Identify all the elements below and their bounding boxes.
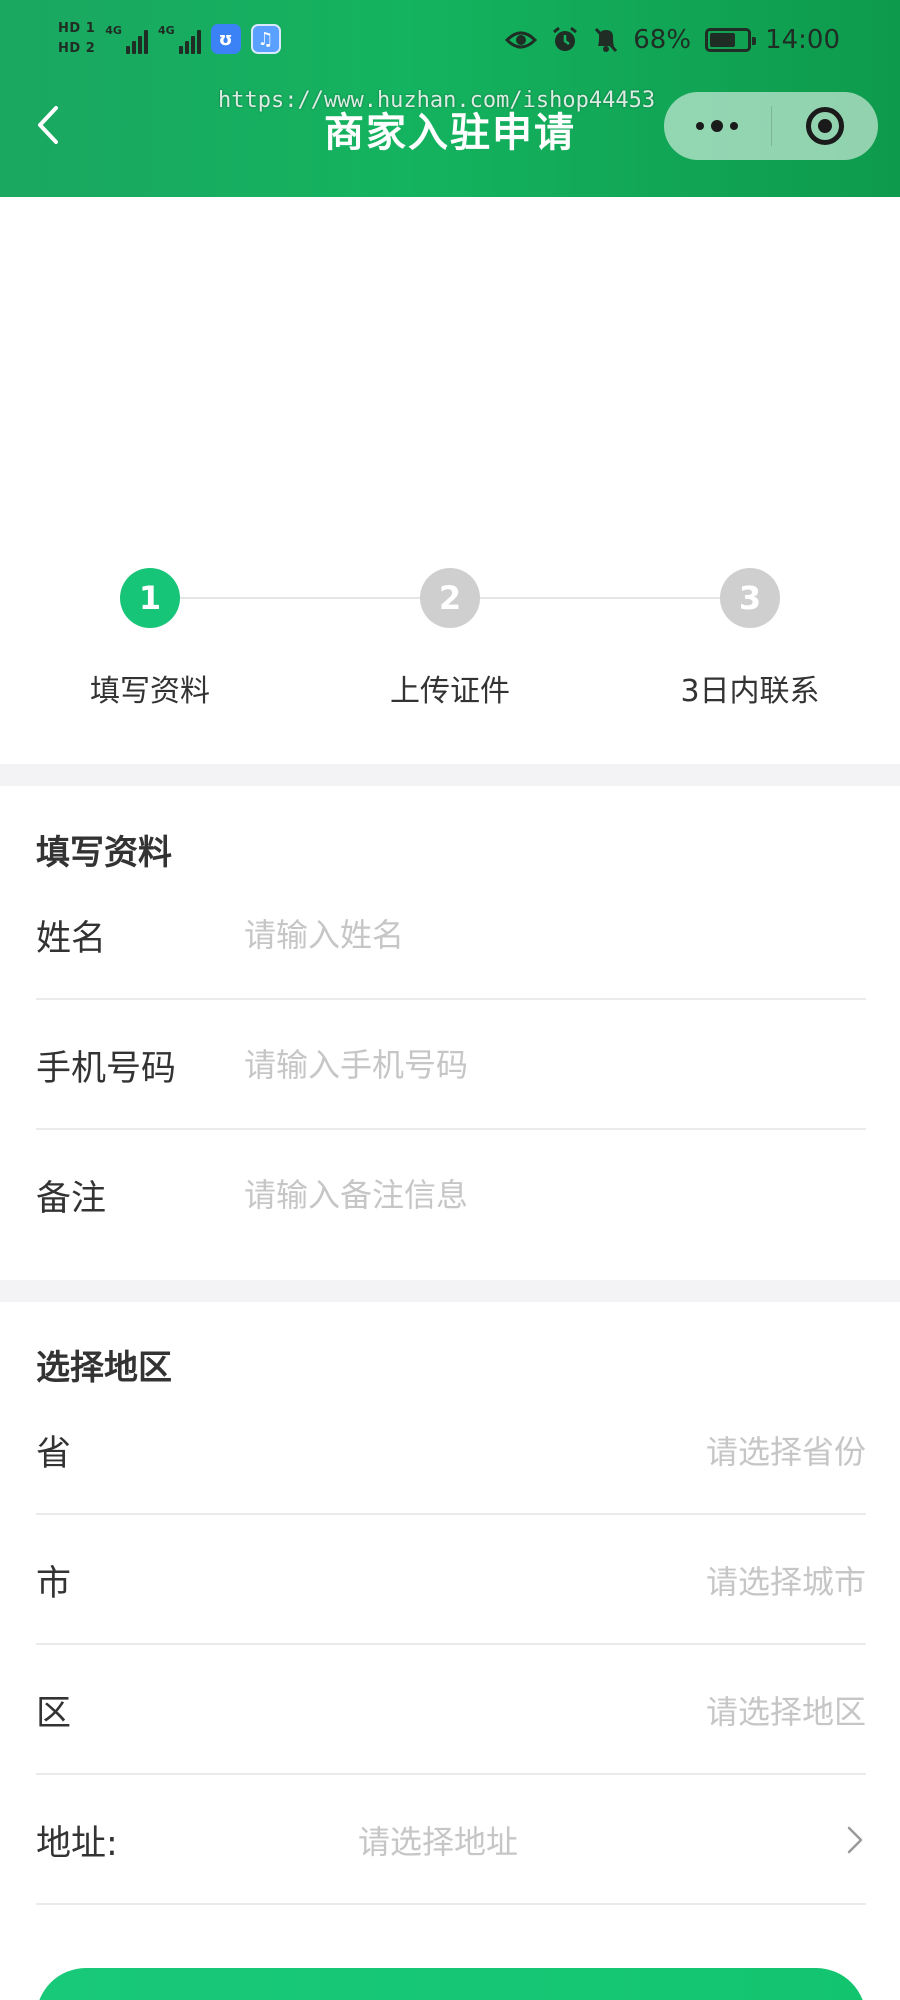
step-number-circle: 3 — [720, 568, 780, 628]
hd2-indicator: HD 2 — [58, 41, 96, 56]
mute-icon — [595, 27, 618, 53]
close-mini-program-button[interactable] — [772, 92, 879, 160]
status-bar: HD 1 HD 2 4G 4G ʊ ♫ 68% 14:00 — [0, 0, 900, 80]
more-menu-button[interactable] — [664, 92, 771, 160]
info-section-title: 填写资料 — [36, 833, 172, 873]
status-bar-right: 68% 14:00 — [505, 18, 840, 62]
address-label: 地址: — [36, 1823, 118, 1864]
step-2: 2 上传证件 — [350, 560, 550, 710]
watermark-url: https://www.huzhan.com/ishop44453 — [218, 88, 656, 113]
signal-bar — [178, 46, 183, 54]
signal-bar — [131, 41, 136, 54]
hd-indicators: HD 1 HD 2 — [58, 21, 95, 57]
signal-bar — [143, 30, 148, 54]
notification-app-icon: ʊ — [210, 24, 241, 54]
address-picker[interactable]: 地址: 请选择地址 — [36, 1775, 866, 1905]
district-picker[interactable]: 区 请选择地区 — [36, 1645, 866, 1775]
remark-row: 备注 — [36, 1130, 866, 1260]
eye-icon — [505, 31, 538, 49]
target-icon — [805, 107, 844, 145]
chevron-right-icon — [844, 1825, 866, 1855]
province-picker[interactable]: 省 请选择省份 — [36, 1385, 866, 1515]
mini-program-capsule — [664, 92, 878, 160]
battery-fill — [710, 33, 735, 47]
section-divider — [0, 764, 900, 786]
region-section-title: 选择地区 — [36, 1348, 172, 1388]
status-bar-left: HD 1 HD 2 4G 4G ʊ ♫ — [58, 14, 281, 64]
city-picker[interactable]: 市 请选择城市 — [36, 1515, 866, 1645]
remark-input[interactable] — [244, 1176, 866, 1214]
network-type-1: 4G — [105, 24, 122, 37]
progress-steps: 1 填写资料 2 上传证件 3 3日内联系 — [0, 560, 900, 710]
province-label: 省 — [36, 1433, 72, 1474]
signal-bar — [190, 36, 195, 54]
submit-button[interactable] — [36, 1968, 866, 2000]
name-label: 姓名 — [36, 918, 107, 959]
address-placeholder: 请选择地址 — [358, 1823, 519, 1861]
music-app-icon: ♫ — [250, 24, 281, 54]
step-1: 1 填写资料 — [50, 560, 250, 710]
remark-label: 备注 — [36, 1178, 107, 1219]
dot — [730, 122, 739, 130]
province-placeholder: 请选择省份 — [705, 1433, 866, 1471]
signal-bar — [137, 36, 142, 54]
phone-input[interactable] — [244, 1046, 866, 1084]
step-label: 上传证件 — [390, 674, 510, 709]
header-bar: HD 1 HD 2 4G 4G ʊ ♫ 68% 14:00 商家入驻申请 htt… — [0, 0, 900, 197]
network-type-2: 4G — [157, 24, 175, 37]
hd1-indicator: HD 1 — [58, 21, 96, 36]
city-placeholder: 请选择城市 — [705, 1563, 866, 1601]
name-input[interactable] — [244, 916, 866, 954]
signal-bar — [184, 41, 189, 54]
step-number-circle: 2 — [420, 568, 480, 628]
phone-row: 手机号码 — [36, 1000, 866, 1130]
target-center — [817, 119, 832, 133]
clock-time: 14:00 — [765, 25, 840, 55]
step-3: 3 3日内联系 — [650, 560, 850, 710]
alarm-icon — [553, 26, 578, 51]
signal1-icon: 4G — [105, 24, 148, 54]
signal-bar — [196, 30, 201, 54]
district-label: 区 — [36, 1693, 72, 1734]
district-placeholder: 请选择地区 — [705, 1693, 866, 1731]
more-dots-icon — [696, 120, 739, 132]
battery-percent: 68% — [633, 25, 692, 55]
dot — [711, 120, 724, 132]
step-number-circle: 1 — [120, 568, 180, 628]
dot — [696, 122, 705, 130]
section-divider — [0, 1280, 900, 1302]
city-label: 市 — [36, 1563, 72, 1604]
step-label: 3日内联系 — [680, 674, 820, 709]
step-label: 填写资料 — [90, 674, 210, 709]
name-row: 姓名 — [36, 870, 866, 1000]
signal2-icon: 4G — [158, 24, 201, 54]
signal-bar — [125, 46, 130, 54]
battery-icon — [705, 28, 757, 52]
phone-label: 手机号码 — [36, 1048, 177, 1089]
